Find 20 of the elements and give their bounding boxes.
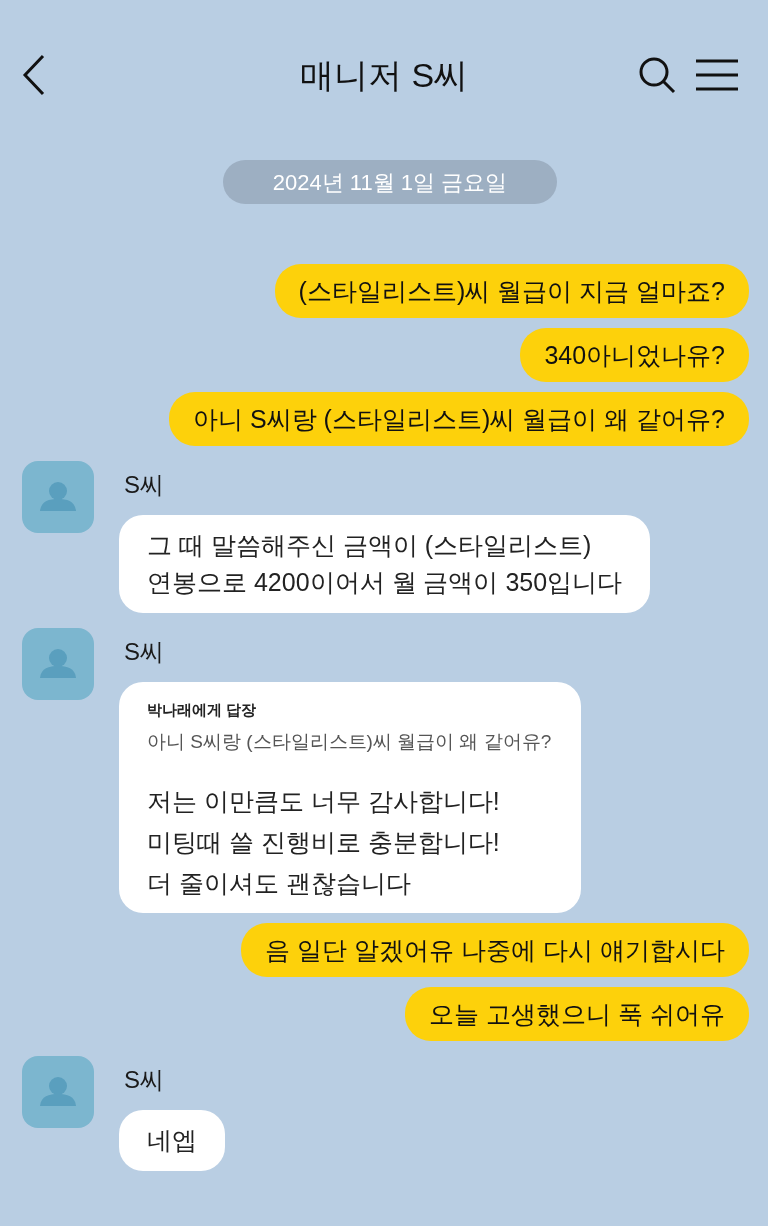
message-bubble: 아니 S씨랑 (스타일리스트)씨 월급이 왜 같어유? <box>169 392 749 446</box>
message-bubble: (스타일리스트)씨 월급이 지금 얼마죠? <box>274 264 749 318</box>
message-bubble: 340아니었나유? <box>520 328 749 382</box>
avatar-icon <box>22 628 94 700</box>
message-bubble: 음 일단 알겠어유 나중에 다시 얘기합시다 <box>241 923 749 977</box>
sender-name: S씨 <box>124 1065 164 1095</box>
menu-icon[interactable] <box>696 59 738 91</box>
message-bubble: 오늘 고생했으니 푹 쉬어유 <box>405 987 749 1041</box>
back-icon[interactable] <box>22 54 46 96</box>
message-bubble: 그 때 말씀해주신 금액이 (스타일리스트) 연봉으로 4200이어서 월 금액이 350입니다 <box>119 515 651 613</box>
avatar-icon <box>22 1056 94 1128</box>
search-icon[interactable] <box>638 56 676 94</box>
sender-name: S씨 <box>124 470 164 500</box>
quoted-message: 아니 S씨랑 (스타일리스트)씨 월급이 왜 같어유? <box>147 730 552 754</box>
avatar-icon <box>22 461 94 533</box>
message-bubble: 네엡 <box>119 1110 225 1171</box>
reply-label: 박나래에게 답장 <box>147 700 257 720</box>
message-text: 저는 이만큼도 너무 감사합니다! 미팅때 쓸 진행비로 충분합니다! 더 줄이셔도 괜찮습니다 <box>147 786 500 899</box>
sender-name: S씨 <box>124 637 164 667</box>
chat-title: 매니저 S씨 <box>299 55 469 96</box>
